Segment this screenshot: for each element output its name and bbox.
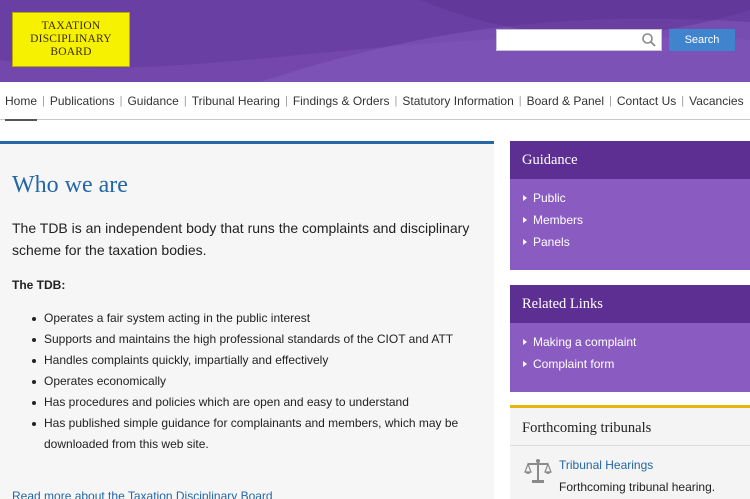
related-link-complaint-form[interactable]: Complaint form (510, 353, 750, 375)
nav-publications[interactable]: Publications (50, 82, 115, 120)
search-box (496, 29, 662, 51)
logo-line-3: BOARD (50, 46, 92, 58)
search-icon[interactable] (641, 32, 657, 48)
nav-separator: | (183, 94, 187, 107)
link-label: Public (533, 191, 566, 205)
site-logo[interactable]: TAXATION DISCIPLINARY BOARD (12, 12, 130, 67)
page-title: Who we are (12, 172, 128, 198)
nav-separator: | (609, 94, 612, 107)
main-content: Who we are The TDB is an independent bod… (0, 141, 494, 499)
logo-line-1: TAXATION (41, 20, 101, 32)
link-label: Panels (533, 235, 570, 249)
intro-text: The TDB is an independent body that runs… (12, 220, 470, 258)
search-button[interactable]: Search (669, 29, 735, 51)
triangle-right-icon (523, 361, 527, 367)
nav-separator: | (42, 94, 45, 107)
nav-tribunal-hearing[interactable]: Tribunal Hearing (192, 82, 280, 120)
nav-separator: | (518, 94, 522, 107)
related-links-panel-body: Making a complaint Complaint form (510, 323, 750, 392)
scales-of-justice-icon (524, 459, 552, 483)
nav-guidance[interactable]: Guidance (127, 82, 178, 120)
nav-findings-orders[interactable]: Findings & Orders (293, 82, 390, 120)
nav-separator: | (284, 94, 288, 107)
list-item: Has published simple guidance for compla… (12, 413, 482, 455)
forthcoming-description: Forthcoming tribunal hearing. (559, 480, 716, 494)
list-item: Has procedures and policies which are op… (12, 392, 482, 413)
tdb-bullet-list: Operates a fair system acting in the pub… (12, 308, 494, 455)
list-item: Handles complaints quickly, impartially … (12, 350, 482, 371)
related-links-panel: Related Links Making a complaint Complai… (510, 285, 750, 392)
nav-statutory-information[interactable]: Statutory Information (402, 82, 513, 120)
site-header: TAXATION DISCIPLINARY BOARD Search (0, 0, 750, 82)
link-label: Making a complaint (533, 335, 637, 349)
nav-vacancies[interactable]: Vacancies (689, 82, 743, 120)
nav-board-panel[interactable]: Board & Panel (527, 82, 604, 120)
triangle-right-icon (523, 239, 527, 245)
guidance-panel-body: Public Members Panels (510, 179, 750, 270)
link-label: Complaint form (533, 357, 615, 371)
guidance-panel: Guidance Public Members Panels (510, 141, 750, 270)
tribunal-hearings-link[interactable]: Tribunal Hearings (559, 458, 653, 472)
nav-separator: | (681, 94, 685, 107)
search-input[interactable] (497, 30, 637, 50)
nav-contact-us[interactable]: Contact Us (617, 82, 676, 120)
nav-separator: | (394, 94, 398, 107)
related-links-panel-title: Related Links (510, 285, 750, 323)
guidance-link-panels[interactable]: Panels (510, 231, 750, 253)
guidance-link-members[interactable]: Members (510, 209, 750, 231)
list-item: Supports and maintains the high professi… (12, 329, 482, 350)
triangle-right-icon (523, 217, 527, 223)
read-more-link[interactable]: Read more about the Taxation Disciplinar… (12, 489, 273, 499)
triangle-right-icon (523, 339, 527, 345)
triangle-right-icon (523, 195, 527, 201)
forthcoming-tribunals-panel: Forthcoming tribunals Tribunal Hearings … (510, 405, 750, 499)
guidance-panel-title: Guidance (510, 141, 750, 179)
nav-home[interactable]: Home (5, 82, 38, 121)
forthcoming-tribunals-title: Forthcoming tribunals (510, 408, 750, 446)
list-item: Operates a fair system acting in the pub… (12, 308, 482, 329)
logo-line-2: DISCIPLINARY (30, 33, 112, 45)
guidance-link-public[interactable]: Public (510, 187, 750, 209)
tdb-heading: The TDB: (12, 278, 66, 292)
link-label: Members (533, 213, 584, 227)
list-item: Operates economically (12, 371, 482, 392)
nav-separator: | (119, 94, 123, 107)
main-nav: Home | Publications | Guidance | Tribuna… (0, 82, 750, 121)
related-link-making-complaint[interactable]: Making a complaint (510, 331, 750, 353)
